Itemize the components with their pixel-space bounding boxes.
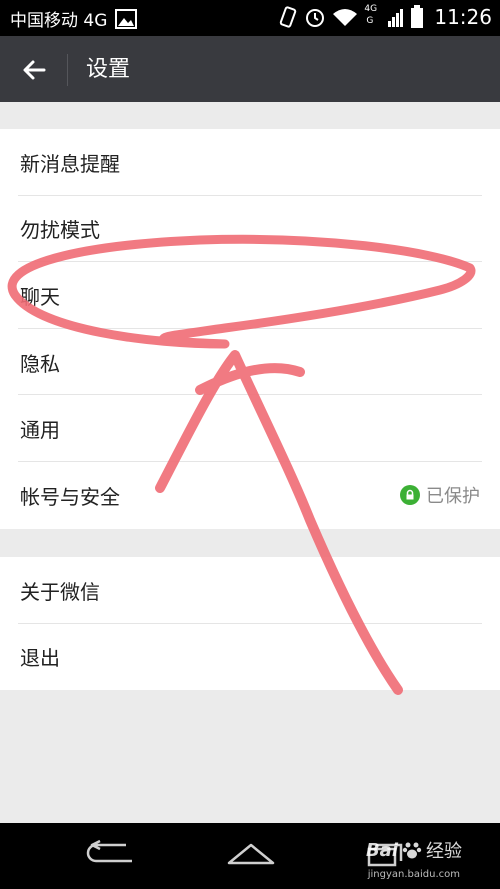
battery-icon — [411, 5, 424, 28]
settings-item-label: 隐私 — [20, 351, 60, 376]
settings-item-label: 新消息提醒 — [20, 151, 120, 176]
settings-item-label: 聊天 — [20, 284, 60, 309]
image-notification-icon — [115, 8, 138, 29]
paw-icon — [402, 842, 422, 859]
back-nav-icon[interactable] — [86, 839, 136, 869]
settings-item-label: 退出 — [20, 646, 60, 671]
settings-group-main: 新消息提醒 勿扰模式 聊天 隐私 通用 帐号与安全 已保护 — [0, 129, 500, 529]
network-badge-top: 4G — [364, 4, 378, 14]
settings-item-do-not-disturb[interactable]: 勿扰模式 — [0, 196, 500, 263]
page-title: 设置 — [86, 57, 131, 82]
settings-item-logout[interactable]: 退出 — [0, 624, 500, 691]
settings-item-label: 帐号与安全 — [20, 484, 120, 509]
watermark-url: jingyan.baidu.com — [367, 869, 460, 880]
settings-group-secondary: 关于微信 退出 — [0, 557, 500, 690]
vibrate-icon — [280, 6, 297, 28]
network-badge-bottom: G — [366, 16, 374, 26]
lock-icon — [400, 485, 420, 506]
settings-item-new-message-alerts[interactable]: 新消息提醒 — [0, 129, 500, 196]
app-bar: 设置 — [0, 36, 500, 102]
settings-item-label: 关于微信 — [20, 579, 100, 604]
app-bar-divider — [67, 54, 68, 86]
settings-item-privacy[interactable]: 隐私 — [0, 329, 500, 396]
watermark-brand-suffix: 经验 — [426, 841, 462, 862]
settings-item-chat[interactable]: 聊天 — [0, 262, 500, 329]
system-nav-bar: Bai 经验 jingyan.baidu.com — [0, 823, 500, 889]
settings-item-general[interactable]: 通用 — [0, 395, 500, 462]
account-status-text: 已保护 — [426, 486, 480, 508]
baidu-watermark: Bai 经验 — [366, 837, 462, 863]
back-arrow-icon[interactable] — [18, 54, 50, 86]
signal-icon — [388, 9, 404, 27]
settings-item-account-security[interactable]: 帐号与安全 已保护 — [0, 462, 500, 529]
carrier-label: 中国移动 4G — [10, 11, 108, 31]
watermark-brand: Bai — [365, 839, 398, 861]
clock: 11:26 — [434, 5, 492, 29]
home-nav-icon[interactable] — [225, 839, 277, 869]
settings-item-about-wechat[interactable]: 关于微信 — [0, 557, 500, 624]
account-status: 已保护 — [400, 482, 480, 508]
settings-item-label: 通用 — [20, 418, 60, 443]
wifi-icon — [333, 9, 358, 26]
alarm-icon — [306, 9, 325, 27]
settings-item-label: 勿扰模式 — [20, 218, 100, 243]
status-bar: 中国移动 4G 4G G 11:26 — [0, 0, 500, 36]
